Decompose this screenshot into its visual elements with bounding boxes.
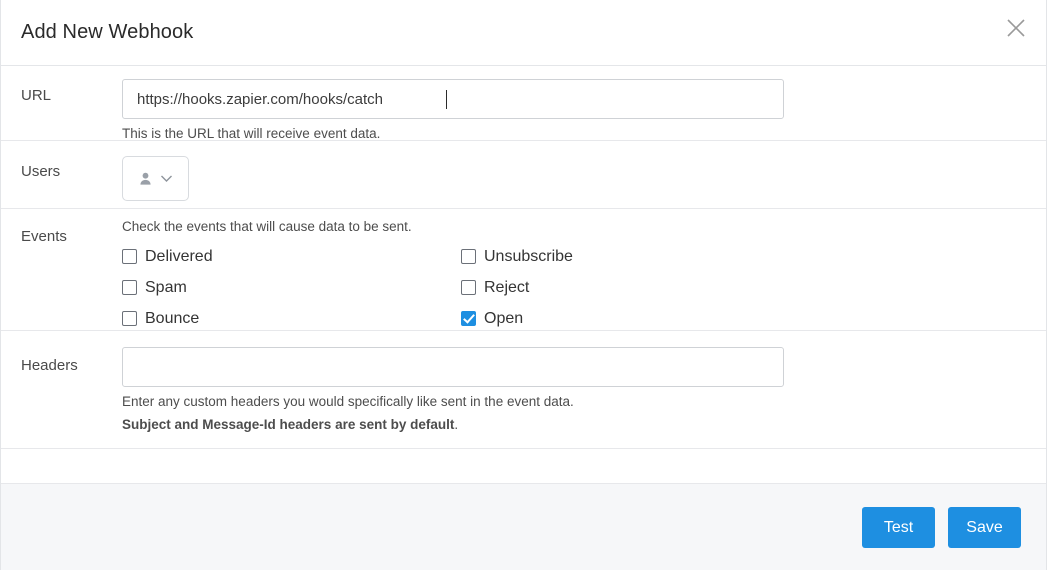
- test-button[interactable]: Test: [862, 506, 935, 548]
- checkbox-box: [122, 280, 137, 295]
- headers-default-note: Subject and Message-Id headers are sent …: [122, 417, 1046, 434]
- checkbox-label: Bounce: [145, 309, 200, 327]
- form-row-users: Users: [1, 141, 1046, 209]
- form-row-url: URL This is the URL that will receive ev…: [1, 66, 1046, 141]
- events-hint-text: Check the events that will cause data to…: [122, 219, 412, 234]
- page-title: Add New Webhook: [21, 21, 194, 43]
- headers-help-text: Enter any custom headers you would speci…: [122, 394, 574, 409]
- close-icon[interactable]: [1000, 12, 1032, 44]
- events-field-group: Check the events that will cause data to…: [122, 209, 1046, 330]
- users-label: Users: [21, 163, 61, 180]
- checkbox-box: [461, 311, 476, 326]
- checkbox-box: [122, 249, 137, 264]
- headers-default-note-text: Subject and Message-Id headers are sent …: [122, 416, 455, 432]
- dialog-footer: Test Save: [1, 483, 1046, 570]
- checkbox-open[interactable]: Open: [461, 309, 524, 327]
- checkbox-label: Unsubscribe: [484, 247, 573, 265]
- headers-default-note-period: .: [454, 416, 459, 432]
- add-webhook-dialog: Add New Webhook URL This is the URL that…: [0, 0, 1047, 570]
- checkbox-reject[interactable]: Reject: [461, 278, 530, 296]
- users-field-group: [122, 141, 1046, 208]
- checkbox-label: Delivered: [145, 247, 213, 265]
- url-input[interactable]: [122, 79, 784, 119]
- user-icon: [138, 171, 153, 186]
- dialog-body: URL This is the URL that will receive ev…: [1, 66, 1046, 483]
- checkbox-box: [122, 311, 137, 326]
- users-dropdown[interactable]: [122, 156, 189, 201]
- checkbox-delivered[interactable]: Delivered: [122, 247, 213, 265]
- save-button[interactable]: Save: [948, 506, 1021, 548]
- dialog-header: Add New Webhook: [1, 0, 1046, 66]
- checkbox-box: [461, 280, 476, 295]
- headers-field-group: Enter any custom headers you would speci…: [122, 331, 1046, 448]
- checkbox-label: Reject: [484, 278, 530, 296]
- url-input-wrapper: [122, 79, 784, 119]
- checkbox-spam[interactable]: Spam: [122, 278, 187, 296]
- headers-input[interactable]: [122, 347, 784, 387]
- form-row-events: Events Check the events that will cause …: [1, 209, 1046, 331]
- form-row-headers: Headers Enter any custom headers you wou…: [1, 331, 1046, 449]
- text-caret: [446, 90, 447, 109]
- checkbox-bounce[interactable]: Bounce: [122, 309, 200, 327]
- checkbox-box: [461, 249, 476, 264]
- checkbox-label: Open: [484, 309, 524, 327]
- events-checkbox-grid: Delivered Unsubscribe Spam Reject Bounce…: [122, 241, 1046, 334]
- chevron-down-icon: [160, 174, 173, 183]
- events-label: Events: [21, 228, 67, 245]
- url-label: URL: [21, 87, 52, 104]
- url-field-group: This is the URL that will receive event …: [122, 66, 1046, 141]
- headers-label: Headers: [21, 357, 78, 374]
- checkbox-label: Spam: [145, 278, 187, 296]
- checkbox-unsubscribe[interactable]: Unsubscribe: [461, 247, 573, 265]
